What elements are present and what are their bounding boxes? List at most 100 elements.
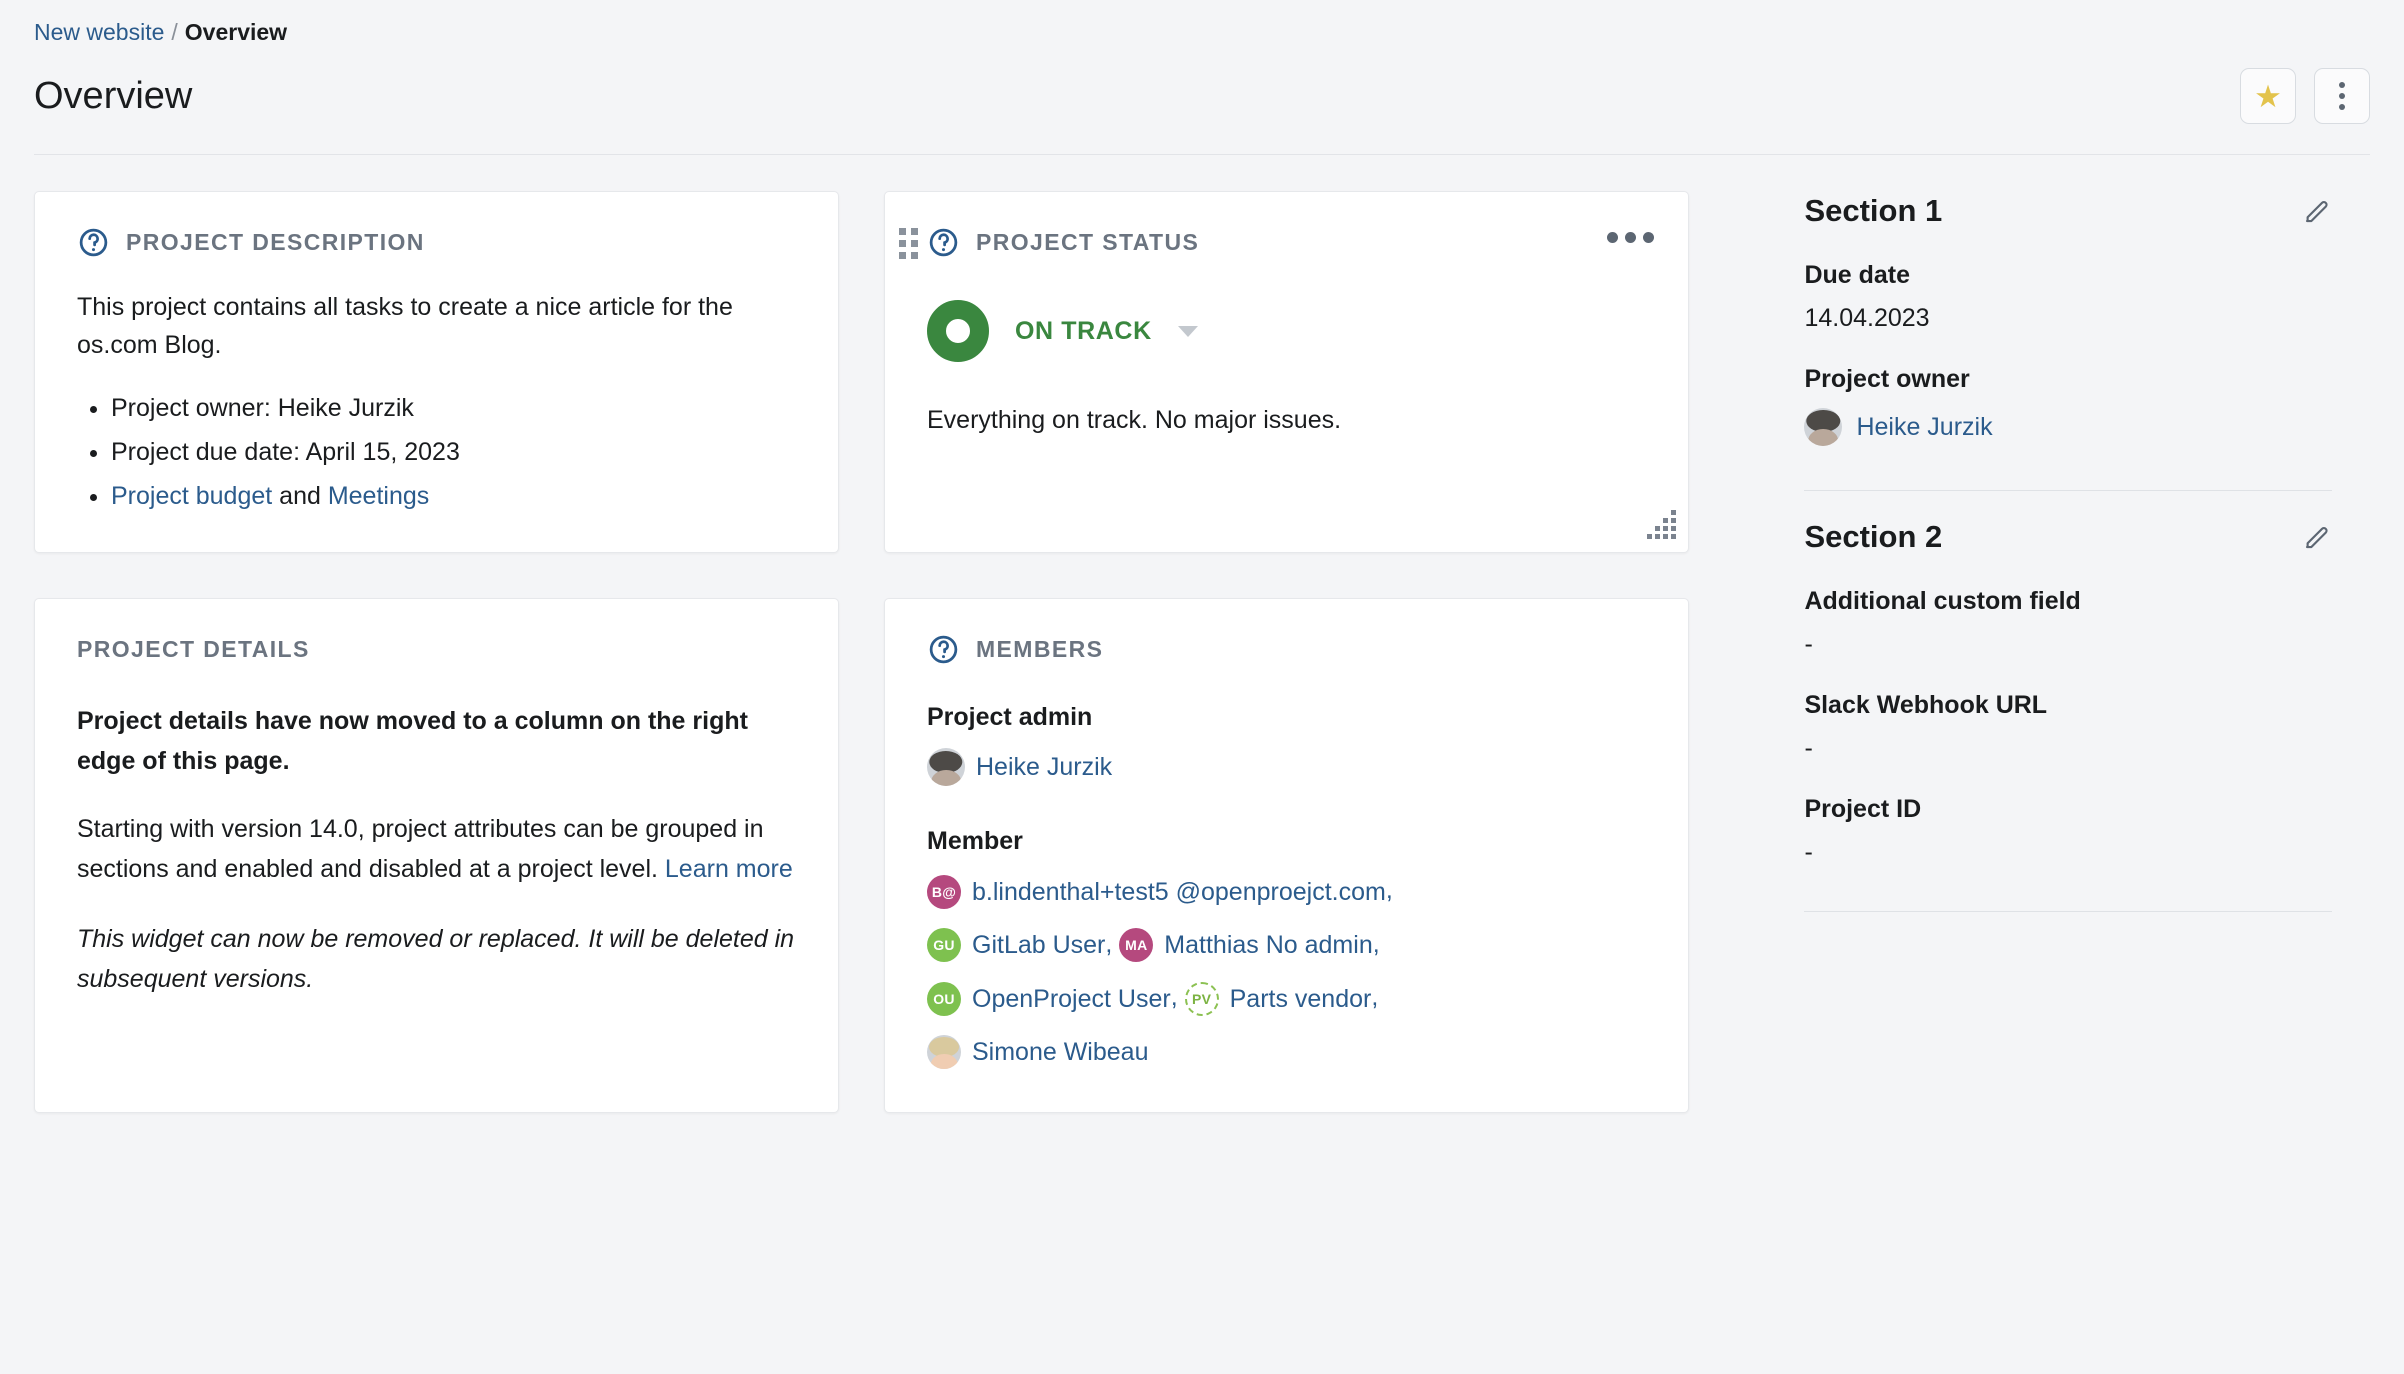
avatar xyxy=(927,748,965,787)
favorite-button[interactable]: ★ xyxy=(2240,68,2296,124)
list-item: Project owner: Heike Jurzik xyxy=(111,386,796,430)
field-label: Slack Webhook URL xyxy=(1804,691,2048,719)
details-paragraph-text: Starting with version 14.0, project attr… xyxy=(77,815,764,883)
chevron-down-icon[interactable] xyxy=(1177,325,1198,337)
field-label: Additional custom field xyxy=(1804,587,2081,615)
field-value[interactable]: 14.04.2023 xyxy=(1804,304,2370,333)
list-item-text: Project owner: Heike Jurzik xyxy=(111,394,414,422)
list-item: Project due date: April 15, 2023 xyxy=(111,430,796,474)
separator: , xyxy=(1371,983,1379,1012)
breadcrumb: New website / Overview xyxy=(34,18,2370,46)
member-list: OU OpenProject User, PV Parts vendor, xyxy=(927,971,1646,1024)
member-chip[interactable]: OU OpenProject User xyxy=(927,973,1171,1025)
widget-title: Project status xyxy=(976,228,1200,255)
details-lead: Project details have now moved to a colu… xyxy=(77,707,748,775)
field-value[interactable]: - xyxy=(1804,838,2370,867)
divider xyxy=(1804,490,2332,491)
star-icon: ★ xyxy=(2254,78,2282,114)
pencil-icon[interactable] xyxy=(2302,196,2332,226)
list-item-text: Project due date: April 15, 2023 xyxy=(111,438,460,466)
field-value[interactable]: - xyxy=(1804,734,2370,763)
section-title: Section 1 xyxy=(1804,193,1943,228)
member-name-link[interactable]: GitLab User xyxy=(972,919,1105,971)
help-circle-icon[interactable] xyxy=(77,226,110,259)
field-label: Project owner xyxy=(1804,365,1970,393)
widget-title: Members xyxy=(976,635,1104,662)
sidebar-field-slack-webhook-url: Slack Webhook URL - xyxy=(1804,691,2370,763)
widget-header: Project details xyxy=(77,629,796,669)
member-chip[interactable]: B@ b.lindenthal+test5 @openproejct.com xyxy=(927,866,1386,918)
page-title: Overview xyxy=(34,75,193,117)
separator: , xyxy=(1385,876,1393,905)
widget-grid: Project description This project contain… xyxy=(34,191,1748,1113)
member-name-link[interactable]: OpenProject User xyxy=(972,973,1171,1025)
member-list: GU GitLab User, MA Matthias No admin, xyxy=(927,918,1646,971)
status-comment: Everything on track. No major issues. xyxy=(927,406,1342,434)
field-label: Due date xyxy=(1804,261,1911,289)
title-row: Overview ★ xyxy=(34,68,2370,155)
avatar: GU xyxy=(927,928,961,963)
member-chip[interactable]: Heike Jurzik xyxy=(927,741,1112,793)
status-badge: ON TRACK xyxy=(1015,316,1152,345)
details-note: This widget can now be removed or replac… xyxy=(77,925,795,993)
learn-more-link[interactable]: Learn more xyxy=(665,855,793,883)
project-budget-link[interactable]: Project budget xyxy=(111,482,272,510)
member-chip[interactable]: MA Matthias No admin xyxy=(1119,919,1373,971)
separator: , xyxy=(1105,929,1113,958)
list-item-conjunction: and xyxy=(272,482,328,510)
field-label: Project ID xyxy=(1804,795,1922,823)
more-menu-button[interactable] xyxy=(2314,68,2370,124)
member-chip[interactable]: PV Parts vendor xyxy=(1184,973,1372,1025)
member-name-link[interactable]: Matthias No admin xyxy=(1164,919,1372,971)
project-admin-label: Project admin xyxy=(927,703,1093,731)
page-header: New website / Overview Overview ★ xyxy=(0,0,2404,155)
member-name-link[interactable]: b.lindenthal+test5 @openproejct.com xyxy=(972,866,1386,918)
section-title: Section 2 xyxy=(1804,519,1943,554)
separator: , xyxy=(1372,929,1380,958)
help-circle-icon[interactable] xyxy=(927,633,960,666)
drag-handle-icon[interactable] xyxy=(899,228,918,259)
member-name-link[interactable]: Heike Jurzik xyxy=(976,741,1112,793)
status-indicator-icon xyxy=(927,300,989,362)
details-paragraph: Starting with version 14.0, project attr… xyxy=(77,809,796,889)
separator: , xyxy=(1170,983,1178,1012)
avatar xyxy=(927,1034,961,1069)
project-status-widget: Project status ON TRACK Everything on tr… xyxy=(884,191,1689,553)
ellipsis-icon[interactable] xyxy=(1607,232,1654,243)
page-content: Project description This project contain… xyxy=(0,155,2404,1113)
description-list: Project owner: Heike Jurzik Project due … xyxy=(111,386,796,518)
sidebar-section-1: Section 1 Due date 14.04.2023 Project ow… xyxy=(1804,193,2370,491)
member-name-link[interactable]: Simone Wibeau xyxy=(972,1026,1148,1078)
widget-title: Project description xyxy=(126,228,425,255)
field-value[interactable]: - xyxy=(1804,630,2370,659)
member-label: Member xyxy=(927,827,1023,856)
sidebar-field-due-date: Due date 14.04.2023 xyxy=(1804,261,2370,333)
header-actions: ★ xyxy=(2240,68,2370,124)
breadcrumb-parent-link[interactable]: New website xyxy=(34,18,164,46)
avatar: PV xyxy=(1184,981,1219,1016)
help-circle-icon[interactable] xyxy=(927,226,960,259)
section-header: Section 1 xyxy=(1804,193,2370,229)
member-name-link[interactable]: Parts vendor xyxy=(1230,973,1372,1025)
members-widget: Members Project admin Heike Jurzik Membe… xyxy=(884,598,1689,1113)
kebab-menu-icon xyxy=(2339,82,2345,110)
pencil-icon[interactable] xyxy=(2302,522,2332,552)
sidebar-field-additional-custom-field: Additional custom field - xyxy=(1804,587,2370,659)
status-selector[interactable]: ON TRACK xyxy=(927,300,1646,362)
breadcrumb-separator: / xyxy=(171,19,178,45)
widget-title: Project details xyxy=(77,635,310,662)
resize-grip-icon[interactable] xyxy=(1642,510,1676,540)
project-owner-link[interactable]: Heike Jurzik xyxy=(1856,413,1992,442)
member-chip[interactable]: GU GitLab User xyxy=(927,919,1105,971)
project-description-widget: Project description This project contain… xyxy=(34,191,839,553)
member-list: Simone Wibeau xyxy=(927,1025,1646,1078)
project-admin-list: Heike Jurzik xyxy=(927,740,1646,793)
project-attributes-sidebar: Section 1 Due date 14.04.2023 Project ow… xyxy=(1748,191,2370,1113)
member-chip[interactable]: Simone Wibeau xyxy=(927,1026,1148,1078)
widget-header: Project description xyxy=(77,222,796,262)
widget-header: Project status xyxy=(927,222,1646,262)
avatar: MA xyxy=(1119,928,1154,963)
meetings-link[interactable]: Meetings xyxy=(328,482,429,510)
field-value[interactable]: Heike Jurzik xyxy=(1804,408,2370,446)
breadcrumb-current: Overview xyxy=(184,19,288,45)
